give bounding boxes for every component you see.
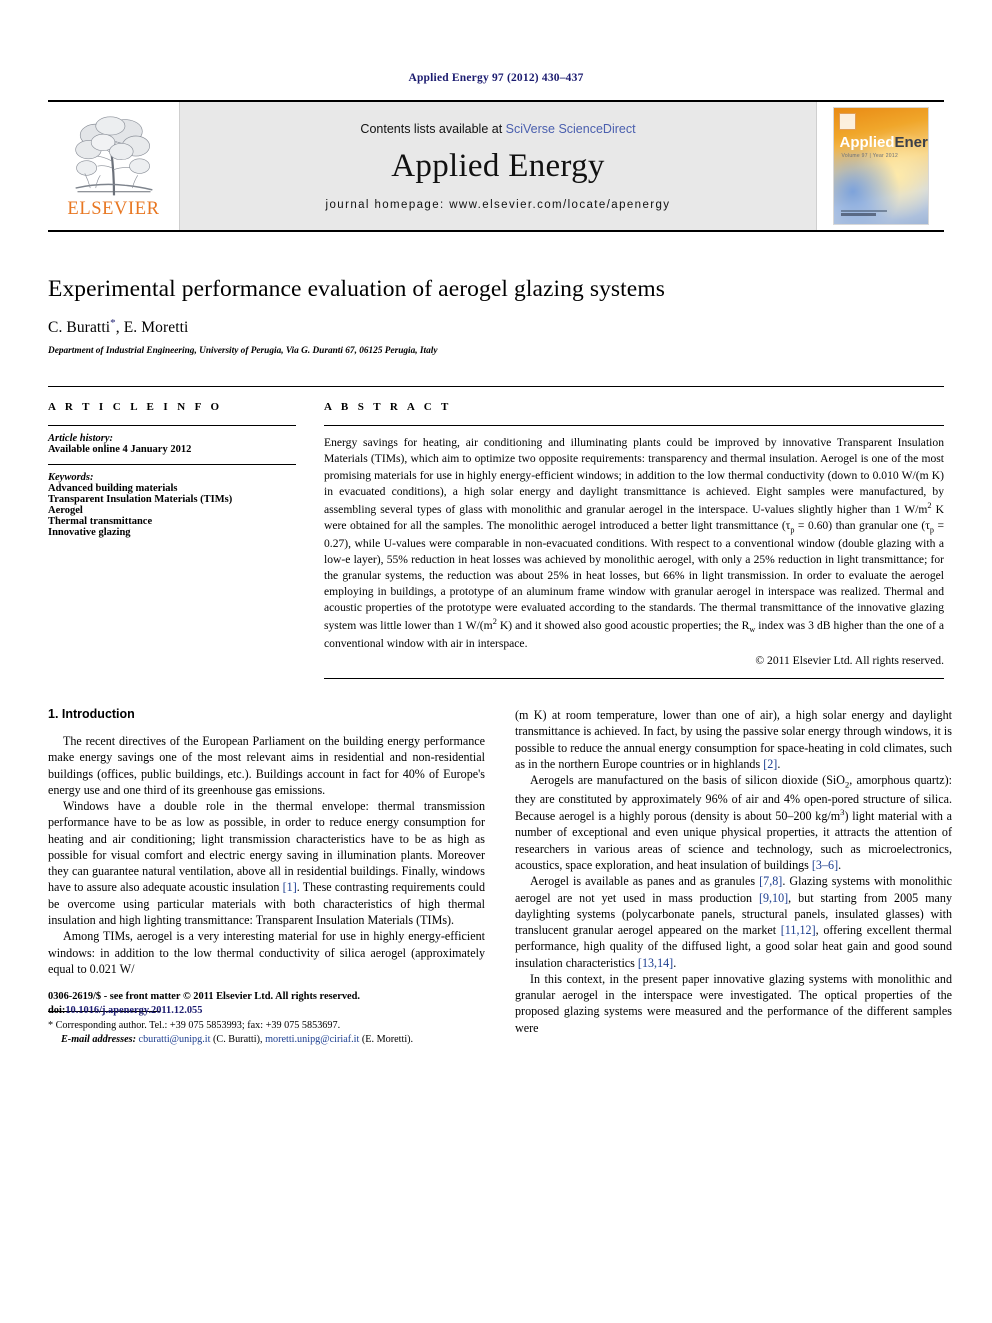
keyword-item: Advanced building materials — [48, 483, 178, 495]
abstract-text: Energy savings for heating, air conditio… — [324, 426, 944, 652]
contents-prefix: Contents lists available at — [360, 121, 506, 136]
email-note: E-mail addresses: cburatti@unipg.it (C. … — [48, 1033, 485, 1047]
journal-homepage-url[interactable]: journal homepage: www.elsevier.com/locat… — [326, 199, 671, 211]
paragraph: The recent directives of the European Pa… — [48, 734, 485, 797]
keyword-item: Innovative glazing — [48, 527, 131, 539]
citation-link[interactable]: [9,10] — [759, 891, 788, 905]
corresponding-author-note: * Corresponding author. Tel.: +39 075 58… — [48, 1020, 341, 1032]
elsevier-tree-icon — [68, 115, 160, 199]
author-first: C. Buratti — [48, 319, 111, 337]
journal-cover-thumbnail: AppliedEnergy Volume 97 | Year 2012 — [816, 102, 944, 230]
cover-title: AppliedEnergy — [839, 134, 928, 151]
doi-label: doi: — [48, 1005, 66, 1017]
keyword-item: Thermal transmittance — [48, 516, 153, 528]
citation-link[interactable]: [3–6] — [812, 858, 838, 872]
title-block: Experimental performance evaluation of a… — [48, 276, 944, 356]
author-list: C. Buratti*, E. Moretti — [48, 317, 944, 337]
abstract-heading: A B S T R A C T — [324, 401, 452, 414]
copyright-line: © 2011 Elsevier Ltd. All rights reserved… — [755, 654, 944, 668]
paragraph-part: . — [777, 756, 781, 771]
cover-subtitle: Volume 97 | Year 2012 — [841, 153, 899, 159]
article-history-label: Article history: — [48, 433, 114, 445]
paragraph: Aerogel is available as panes and as gra… — [515, 873, 952, 971]
article-info-column: A R T I C L E I N F O Article history: A… — [48, 387, 296, 679]
journal-masthead: ELSEVIER Contents lists available at Sci… — [48, 100, 944, 232]
paragraph-part: . — [838, 857, 842, 872]
paragraph: In this context, in the present paper in… — [515, 971, 952, 1035]
running-head: Applied Energy 97 (2012) 430–437 — [408, 72, 584, 84]
info-abstract-region: A R T I C L E I N F O Article history: A… — [48, 386, 944, 680]
doi-line: doi:10.1016/j.apenergy.2011.12.055 — [48, 1004, 360, 1018]
body-column-right: (m K) at room temperature, lower than on… — [515, 707, 952, 1046]
cover-footer-bars — [840, 210, 921, 219]
paragraph-part: . — [673, 955, 677, 970]
doi-link[interactable]: 10.1016/j.apenergy.2011.12.055 — [65, 1005, 202, 1016]
author-rest: , E. Moretti — [115, 319, 189, 337]
masthead-center: Contents lists available at SciVerse Sci… — [180, 102, 816, 230]
citation-link[interactable]: [11,12] — [781, 923, 816, 937]
cover-title-energy: Energy — [894, 134, 928, 151]
paragraph: (m K) at room temperature, lower than on… — [515, 707, 952, 772]
article-info-heading: A R T I C L E I N F O — [48, 401, 223, 414]
elsevier-logo: ELSEVIER — [48, 102, 180, 230]
email-label: E-mail addresses: — [61, 1033, 136, 1045]
citation-link[interactable]: [13,14] — [638, 956, 673, 970]
citation-link[interactable]: [2] — [763, 757, 777, 771]
article-history-value: Available online 4 January 2012 — [48, 444, 192, 456]
keyword-item: Transparent Insulation Materials (TIMs) — [48, 494, 233, 506]
abstract-part: = 0.60) than granular one (τ — [794, 518, 930, 532]
sciencedirect-link[interactable]: SciVerse ScienceDirect — [506, 122, 636, 136]
abstract-column: A B S T R A C T Energy savings for heati… — [324, 387, 944, 680]
citation-link[interactable]: [7,8] — [759, 874, 782, 888]
issn-copyright-line: 0306-2619/$ - see front matter © 2011 El… — [48, 991, 361, 1003]
paragraph: Among TIMs, aerogel is a very interestin… — [48, 929, 485, 976]
journal-title: Applied Energy — [391, 147, 605, 184]
affiliation: Department of Industrial Engineering, Un… — [48, 346, 438, 357]
email-owner: (C. Buratti), — [210, 1033, 266, 1045]
paragraph-part: Aerogels are manufactured on the basis o… — [530, 773, 846, 788]
section-title-introduction: 1. Introduction — [48, 707, 135, 722]
paragraph: Aerogels are manufactured on the basis o… — [515, 772, 952, 873]
abstract-part: Energy savings for heating, air conditio… — [324, 436, 944, 516]
abstract-part: K) and it showed also good acoustic prop… — [496, 619, 750, 633]
keywords-label: Keywords: — [48, 472, 94, 484]
citation-link[interactable]: [1] — [283, 880, 297, 894]
paragraph-part: Aerogel is available as panes and as gra… — [530, 874, 760, 889]
elsevier-wordmark: ELSEVIER — [67, 199, 160, 220]
email-owner: (E. Moretti). — [359, 1033, 414, 1045]
paragraph: Windows have a double role in the therma… — [48, 798, 485, 928]
cover-elsevier-icon — [838, 113, 856, 130]
keywords-group: Keywords: Advanced building materials Tr… — [48, 465, 296, 547]
email-link-buratti[interactable]: cburatti@unipg.it — [139, 1034, 211, 1045]
email-link-moretti[interactable]: moretti.unipg@ciriaf.it — [265, 1034, 359, 1045]
keyword-item: Aerogel — [48, 505, 83, 517]
article-history-group: Article history: Available online 4 Janu… — [48, 426, 296, 464]
paper-title: Experimental performance evaluation of a… — [48, 276, 665, 302]
page-footer: 0306-2619/$ - see front matter © 2011 El… — [48, 990, 360, 1018]
paragraph-part: (m K) at room temperature, lower than on… — [515, 708, 952, 771]
cover-title-applied: Applied — [839, 134, 895, 151]
abstract-divider-bottom — [324, 678, 944, 680]
contents-available-line: Contents lists available at SciVerse Sci… — [360, 122, 635, 136]
abstract-part: = 0.27), while U-values were comparable … — [324, 518, 944, 633]
